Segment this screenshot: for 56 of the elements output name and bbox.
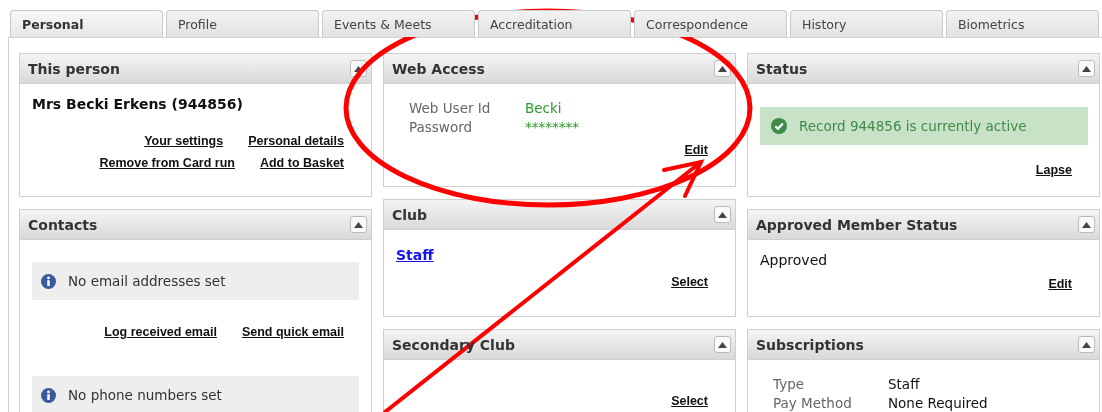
info-text: No email addresses set <box>68 273 226 289</box>
field-label: Password <box>409 119 474 135</box>
panel-title: Status <box>756 60 808 77</box>
panel-title: This person <box>28 60 120 77</box>
action-link[interactable]: Your settings <box>144 134 224 148</box>
panel-title: Web Access <box>392 60 485 77</box>
caret-up-icon <box>354 65 363 72</box>
collapse-button[interactable] <box>350 216 367 233</box>
action-link[interactable]: Remove from Card run <box>99 156 235 170</box>
caret-up-icon <box>718 211 727 218</box>
action-link[interactable]: Lapse <box>1035 163 1072 177</box>
tab[interactable]: Personal <box>10 10 163 37</box>
field-value: None Required <box>888 395 989 411</box>
check-icon <box>771 118 787 134</box>
info-icon <box>41 387 56 403</box>
tab[interactable]: Biometrics <box>946 10 1099 37</box>
action-link[interactable]: Log received email <box>104 325 217 339</box>
field-label: Pay Method <box>773 395 853 411</box>
action-link[interactable]: Personal details <box>248 134 344 148</box>
collapse-button[interactable] <box>1078 60 1095 77</box>
action-link[interactable]: Edit <box>684 143 708 157</box>
caret-up-icon <box>718 341 727 348</box>
action-link[interactable]: Select <box>671 394 708 408</box>
success-text: Record 944856 is currently active <box>799 118 1027 134</box>
panel-title: Contacts <box>28 216 98 233</box>
collapse-button[interactable] <box>714 206 731 223</box>
caret-up-icon <box>1082 65 1091 72</box>
info-text: No phone numbers set <box>68 387 222 403</box>
field-label: Web User Id <box>409 100 492 116</box>
panel-title: Club <box>392 206 428 223</box>
tab[interactable]: Events & Meets <box>322 10 475 37</box>
tab[interactable]: Profile <box>166 10 319 37</box>
caret-up-icon <box>354 221 363 228</box>
caret-up-icon <box>1082 221 1091 228</box>
collapse-button[interactable] <box>1078 336 1095 353</box>
caret-up-icon <box>1082 341 1091 348</box>
tab[interactable]: Accreditation <box>478 10 631 37</box>
tab[interactable]: Correspondence <box>634 10 787 37</box>
panel-title: Subscriptions <box>756 336 864 353</box>
field-label: Type <box>773 376 805 392</box>
field-value: Becki <box>525 100 563 116</box>
field-value: ******** <box>525 119 580 135</box>
field-value: Staff <box>888 376 921 392</box>
tab[interactable]: History <box>790 10 943 37</box>
info-icon <box>41 273 56 289</box>
person-name: Mrs Becki Erkens (944856) <box>32 96 244 112</box>
action-link[interactable]: Send quick email <box>241 325 344 339</box>
action-link[interactable]: Edit <box>1048 277 1072 291</box>
status-text: Approved <box>760 252 829 268</box>
panel-title: Approved Member Status <box>756 216 958 233</box>
collapse-button[interactable] <box>714 336 731 353</box>
collapse-button[interactable] <box>1078 216 1095 233</box>
caret-up-icon <box>718 65 727 72</box>
club-link[interactable]: Staff <box>396 247 434 263</box>
action-link[interactable]: Add to Basket <box>259 156 344 170</box>
action-link[interactable]: Select <box>671 275 708 289</box>
